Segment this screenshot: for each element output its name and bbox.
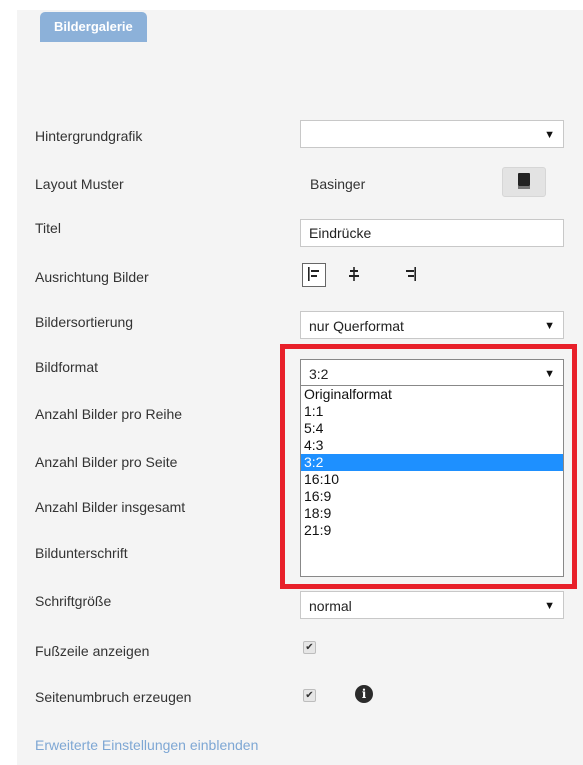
fusszeile-checkbox[interactable]: ✔ (303, 641, 316, 654)
list-item[interactable]: 1:1 (301, 403, 563, 420)
tab-bildergalerie[interactable]: Bildergalerie (40, 12, 147, 42)
titel-input[interactable]: Eindrücke (300, 219, 564, 247)
label-hintergrundgrafik: Hintergrundgrafik (35, 128, 143, 144)
layout-muster-value: Basinger (310, 176, 366, 192)
list-item[interactable]: 4:3 (301, 437, 563, 454)
bildformat-value: 3:2 (309, 366, 329, 382)
list-item[interactable]: 5:4 (301, 420, 563, 437)
hintergrundgrafik-select[interactable]: ▼ (300, 120, 564, 148)
label-layout-muster: Layout Muster (35, 176, 124, 192)
chevron-down-icon: ▼ (544, 129, 555, 141)
label-schriftgroesse: Schriftgröße (35, 593, 112, 609)
align-right-button[interactable] (398, 263, 422, 287)
chevron-down-icon: ▼ (544, 368, 555, 380)
bildformat-dropdown-list[interactable]: Originalformat 1:1 5:4 4:3 3:2 16:10 16:… (300, 385, 564, 577)
chevron-down-icon: ▼ (544, 320, 555, 332)
list-item[interactable]: Originalformat (301, 386, 563, 403)
label-bildunterschrift: Bildunterschrift (35, 545, 128, 561)
chevron-down-icon: ▼ (544, 600, 555, 612)
label-titel: Titel (35, 220, 61, 236)
bildersortierung-value: nur Querformat (309, 318, 404, 334)
bildformat-select[interactable]: 3:2 ▼ (300, 359, 564, 387)
seitenumbruch-checkbox[interactable]: ✔ (303, 689, 316, 702)
label-anzahl-bilder-insgesamt: Anzahl Bilder insgesamt (35, 499, 186, 515)
list-item[interactable]: 21:9 (301, 522, 563, 539)
align-left-button[interactable] (302, 263, 326, 287)
label-anzahl-bilder-pro-seite: Anzahl Bilder pro Seite (35, 454, 178, 470)
info-icon[interactable]: i (355, 685, 373, 703)
list-item[interactable]: 16:10 (301, 471, 563, 488)
schriftgroesse-select[interactable]: normal ▼ (300, 591, 564, 619)
align-right-icon (403, 266, 417, 284)
label-fusszeile-anzeigen: Fußzeile anzeigen (35, 643, 150, 659)
schriftgroesse-value: normal (309, 598, 352, 614)
list-item[interactable]: 16:9 (301, 488, 563, 505)
list-item[interactable]: 18:9 (301, 505, 563, 522)
book-icon (517, 172, 531, 192)
align-center-icon (347, 266, 361, 284)
advanced-settings-link[interactable]: Erweiterte Einstellungen einblenden (35, 737, 258, 753)
bildersortierung-select[interactable]: nur Querformat ▼ (300, 311, 564, 339)
label-seitenumbruch-erzeugen: Seitenumbruch erzeugen (35, 689, 192, 705)
label-bildersortierung: Bildersortierung (35, 314, 134, 330)
list-item-selected[interactable]: 3:2 (301, 454, 563, 471)
align-left-icon (307, 266, 321, 284)
label-bildformat: Bildformat (35, 359, 99, 375)
layout-muster-button[interactable] (502, 167, 546, 197)
label-anzahl-bilder-pro-reihe: Anzahl Bilder pro Reihe (35, 406, 183, 422)
label-ausrichtung-bilder: Ausrichtung Bilder (35, 269, 149, 285)
align-center-button[interactable] (342, 263, 366, 287)
